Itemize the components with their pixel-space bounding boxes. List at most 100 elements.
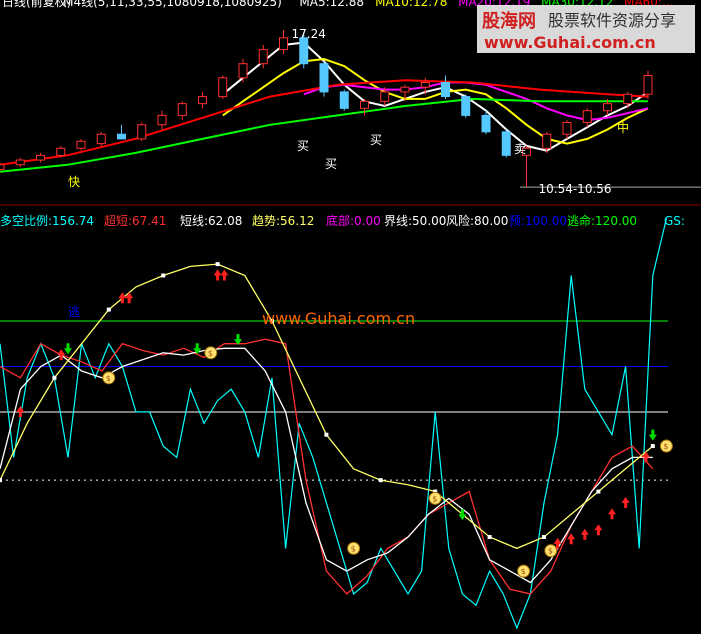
money-bag-sign: $ (432, 494, 437, 503)
candle-body (218, 77, 228, 98)
series-line (0, 218, 667, 630)
money-bag-icon: $ (659, 439, 673, 453)
candle-body (501, 131, 511, 156)
buy-arrow-icon (57, 349, 66, 361)
indicator-header: 多空比例:156.74 超短:67.41 短线:62.08 趋势:56.12 底部:0.… (0, 213, 685, 228)
indicator-header-item: GS: (664, 214, 685, 228)
sell-arrow-icon (64, 343, 72, 355)
low-price-label: 10.54-10.56 (539, 182, 612, 196)
money-bag-icon: $ (517, 564, 531, 578)
buy-arrow-icon (608, 508, 616, 520)
candle-body (96, 133, 106, 145)
money-bag-icon: $ (428, 491, 442, 505)
watermark-url: www.Guhai.com.cn (484, 33, 656, 52)
candle-body (603, 103, 612, 112)
money-bag-icon: $ (544, 544, 558, 558)
center-watermark: www.Guhai.com.cn (262, 309, 415, 328)
money-bag-icon: $ (347, 541, 361, 555)
indicator-header-item: 预:100.00 (509, 214, 567, 228)
trend-marker (324, 432, 329, 437)
candle-body (0, 164, 5, 170)
trend-marker (596, 489, 601, 494)
trend-marker (215, 262, 220, 267)
candle-body (76, 140, 86, 149)
candle-body (461, 96, 471, 116)
buy-arrow-icon (118, 292, 127, 304)
money-bag-icon: $ (204, 346, 218, 360)
candle-body (400, 86, 410, 93)
signal-label: 卖 (514, 142, 526, 156)
money-bag-sign: $ (208, 349, 213, 358)
candle-body (542, 133, 552, 149)
candle-body (339, 91, 349, 109)
panel-label: 逃 (68, 305, 80, 319)
indicator-header-item: 短线:62.08 (180, 214, 242, 228)
indicator-header-item: 底部:0.00 (326, 213, 381, 228)
candle-body (623, 93, 633, 105)
buy-arrow-icon (213, 269, 222, 281)
chart-canvas: 17.2410.54-10.56快买买买卖中 $$$$$$$逃 日线(前复权)M… (0, 0, 701, 630)
candle-body (258, 49, 268, 65)
buy-arrow-icon (220, 269, 229, 281)
price-header-item: MA10:12.78 (375, 0, 447, 9)
money-bag-sign: $ (106, 374, 111, 383)
trend-marker (0, 478, 2, 483)
watermark-slogan: 股票软件资源分享 (548, 11, 676, 30)
buy-arrow-icon (580, 528, 589, 540)
trend-marker (542, 535, 546, 540)
money-bag-sign: $ (663, 442, 668, 451)
candle-body (15, 159, 25, 166)
candle-body (117, 133, 126, 140)
signal-label: 快 (68, 175, 80, 189)
buy-arrow-icon (621, 496, 630, 508)
money-bag-sign: $ (521, 567, 526, 576)
candle-body (157, 114, 167, 126)
trend-marker (487, 535, 492, 540)
indicator-header-item: 超短:67.41 (104, 213, 166, 228)
candle-body (360, 100, 369, 109)
signal-label: 买 (325, 157, 337, 171)
signal-label: 中 (617, 120, 629, 135)
candle-body (582, 110, 592, 123)
indicator-header-item: 多空比例:156.74 (0, 214, 94, 228)
candle-body (643, 74, 653, 95)
candle-body (238, 63, 248, 79)
stock-chart: 17.24 10.54-10.56 快买买买卖中 $ $ $ $ $ $ $ 逃 日线(前复权) M… (0, 0, 701, 634)
candle-body (562, 121, 572, 135)
high-price-label: 17.24 (292, 27, 326, 41)
candle-body (56, 147, 66, 156)
price-header-item: 日线(前复权) (2, 0, 71, 9)
trend-marker (106, 307, 111, 312)
ma-line-ma5 (222, 41, 649, 152)
candle-body (36, 154, 45, 161)
candle-body (420, 82, 430, 88)
money-bag-sign: $ (351, 544, 356, 553)
sell-arrow-icon (648, 429, 657, 441)
buy-arrow-icon (16, 405, 25, 417)
indicator-header-item: 逃命:120.00 (567, 213, 637, 228)
price-header-item: M4线(5,11,33,55,1080918,1080925) (63, 0, 282, 9)
signal-label: 买 (297, 139, 309, 153)
buy-arrow-icon (567, 533, 576, 545)
indicator-panel: $ $ $ $ $ $ $ 逃 (0, 218, 673, 630)
candle-body (441, 82, 450, 98)
buy-arrow-icon (125, 292, 134, 304)
trend-marker (52, 375, 57, 380)
trend-marker (378, 478, 383, 483)
candle-body (279, 37, 288, 51)
candle-body (198, 96, 207, 105)
money-bag-sign: $ (548, 547, 553, 556)
indicator-header-item: 风险:80.00 (446, 213, 508, 228)
watermark-logo: 股海网 (481, 10, 536, 32)
price-panel: 17.2410.54-10.56快买买买卖中 (0, 27, 701, 206)
indicator-header-item: 趋势:56.12 (252, 214, 314, 228)
candle-body (481, 114, 491, 133)
candle-body (299, 37, 309, 65)
money-bag-icon: $ (102, 371, 116, 385)
series-line (0, 263, 654, 550)
signal-label: 买 (370, 133, 382, 147)
buy-arrow-icon (594, 524, 603, 536)
candle-body (137, 124, 147, 140)
indicator-header-item: 界线:50.00 (384, 214, 446, 228)
candle-body (380, 91, 390, 102)
